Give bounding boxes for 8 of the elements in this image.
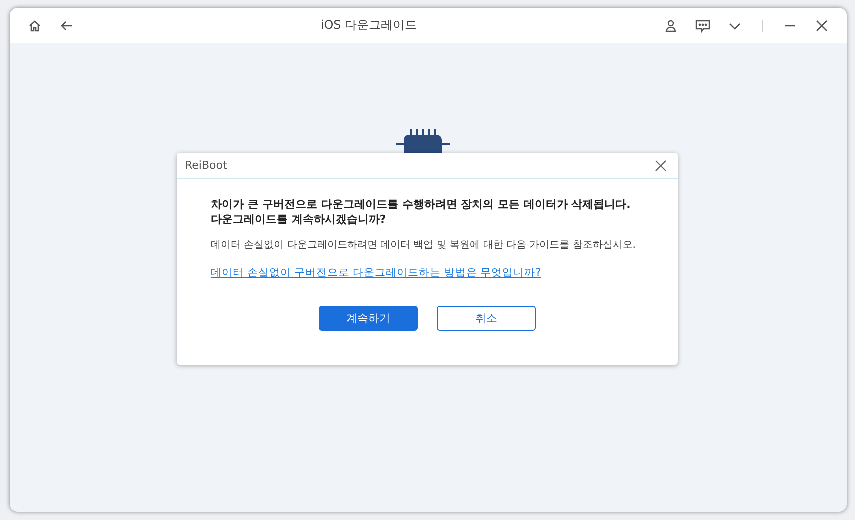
chip-icon <box>396 129 450 153</box>
guide-text: 데이터 손실없이 다운그레이드하려면 데이터 백업 및 복원에 대한 다음 가이드를 참조하십시오. <box>211 239 636 253</box>
cancel-button[interactable]: 취소 <box>437 306 536 331</box>
dialog-title: ReiBoot <box>185 159 228 172</box>
continue-button[interactable]: 계속하기 <box>319 306 418 331</box>
warning-text: 차이가 큰 구버전으로 다운그레이드를 수행하려면 장치의 모든 데이터가 삭제됩니다. 다운그레이드를 계속하시겠습니까? <box>211 197 632 227</box>
guide-link[interactable]: 데이터 손실없이 구버전으로 다운그레이드하는 방법은 무엇입니까? <box>211 266 542 280</box>
window-title: iOS 다운그레이드 <box>320 17 418 34</box>
